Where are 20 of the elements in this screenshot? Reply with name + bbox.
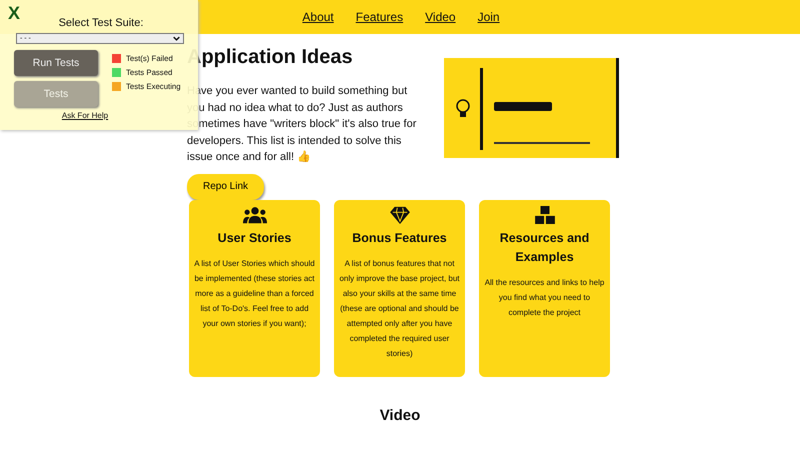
suite-label: Select Test Suite: xyxy=(58,17,144,29)
section-title: Video xyxy=(378,406,422,424)
card-text: All the resources and links to help you find what you need to complete the project xyxy=(484,276,606,319)
card-title: Resources and Examples xyxy=(498,230,590,266)
nav-link[interactable]: Video xyxy=(425,10,456,24)
test-button[interactable]: Run Tests xyxy=(14,50,98,76)
card-title: User Stories xyxy=(218,230,292,246)
diamond-icon xyxy=(388,206,412,224)
people-icon xyxy=(242,206,266,224)
card-text: A list of bonus features that not only improve the base project, but also your skills at the same time (these are optional and should be attempted only after you have completed the required user stories) xyxy=(338,258,461,360)
card-text: A list of User Stories which should be implemented (these stories act more as a guideline than a forced list of To-Do's. Feel free to add your own stories if you want); xyxy=(193,258,316,330)
nav-link[interactable]: About xyxy=(302,10,334,24)
chevron-down-icon xyxy=(173,36,180,41)
boxes-icon xyxy=(532,206,556,224)
card-title: Bonus Features xyxy=(352,230,447,246)
close-icon[interactable]: X xyxy=(8,3,20,24)
nav-link[interactable]: Join xyxy=(478,10,500,24)
repo-link-button[interactable]: Repo Link xyxy=(187,174,264,200)
help-link[interactable]: Ask For Help xyxy=(0,111,198,120)
nav-link[interactable]: Features xyxy=(356,10,404,24)
